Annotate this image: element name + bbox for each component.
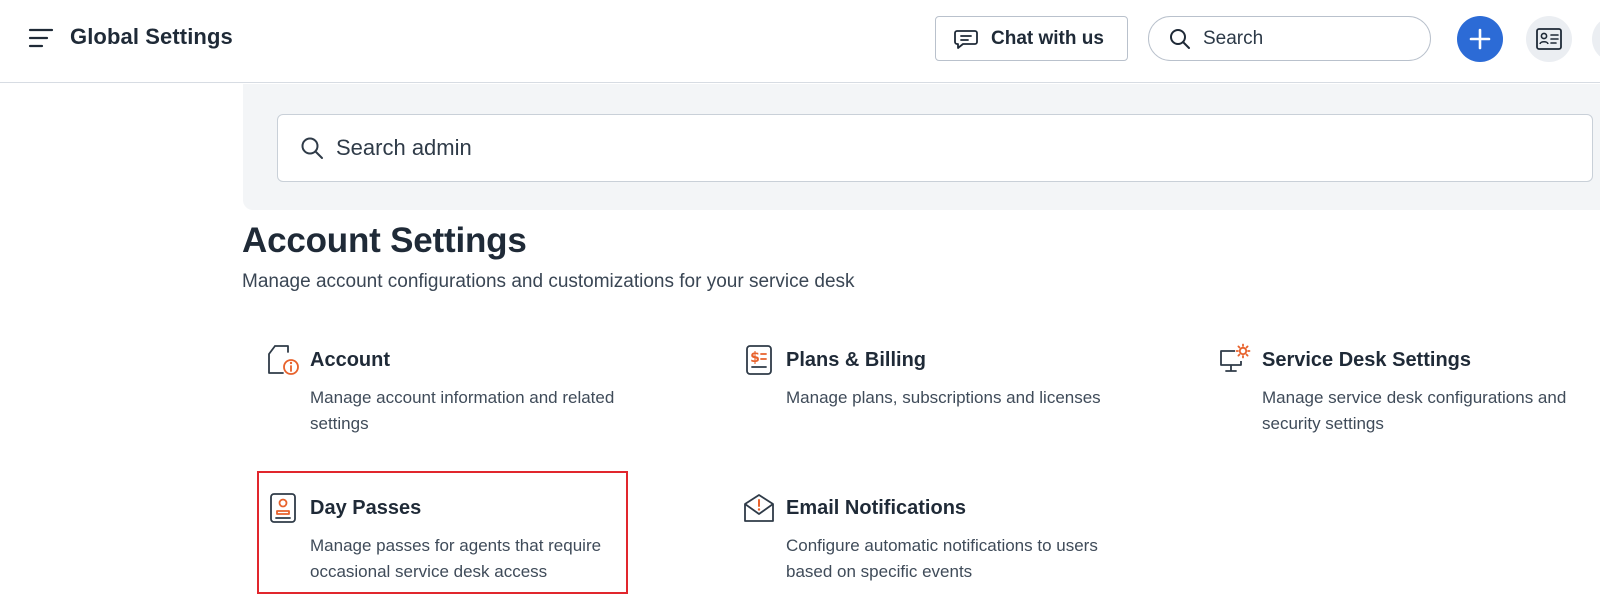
billing-icon: $: [742, 343, 776, 377]
account-info-icon: [266, 343, 300, 377]
desk-settings-icon: [1218, 343, 1252, 377]
card-title: Email Notifications: [786, 497, 967, 519]
contact-card-button[interactable]: [1526, 16, 1572, 62]
section-subtitle: Manage account configurations and custom…: [242, 271, 855, 292]
page-title: Global Settings: [70, 24, 233, 49]
contact-card-icon: [1536, 28, 1562, 50]
search-icon: [300, 135, 326, 161]
chat-button-label: Chat with us: [991, 27, 1104, 49]
card-description: Manage plans, subscriptions and licenses: [786, 388, 1101, 407]
admin-search-placeholder: Search admin: [336, 135, 472, 160]
settings-card-service-desk-settings[interactable]: Service Desk Settings Manage service des…: [1208, 343, 1588, 463]
search-icon: [1169, 27, 1193, 51]
card-description: Configure automatic notifications to use…: [786, 536, 1098, 581]
top-bar: Global Settings Chat with us Search: [0, 0, 1600, 83]
add-new-button[interactable]: [1457, 16, 1503, 62]
card-title: Plans & Billing: [786, 349, 927, 371]
global-search-placeholder: Search: [1203, 27, 1264, 49]
hamburger-menu-icon[interactable]: [28, 27, 54, 49]
card-title: Account: [310, 349, 390, 371]
plus-icon: [1469, 28, 1491, 50]
selection-highlight: [257, 471, 628, 594]
section-title: Account Settings: [242, 221, 527, 260]
admin-search-input[interactable]: Search admin: [277, 114, 1593, 182]
chat-with-us-button[interactable]: Chat with us: [935, 16, 1128, 61]
card-description: Manage service desk configurations and s…: [1262, 388, 1567, 433]
avatar[interactable]: [1592, 16, 1600, 62]
svg-text:$: $: [750, 350, 760, 366]
settings-card-email-notifications[interactable]: Email Notifications Configure automatic …: [732, 491, 1112, 611]
card-description: Manage account information and related s…: [310, 388, 615, 433]
settings-card-plans-billing[interactable]: $ Plans & Billing Manage plans, subscrip…: [732, 343, 1112, 463]
settings-card-account[interactable]: Account Manage account information and r…: [256, 343, 636, 463]
admin-search-panel: Search admin: [243, 84, 1600, 210]
global-search-input[interactable]: Search: [1148, 16, 1431, 61]
card-title: Service Desk Settings: [1262, 349, 1471, 371]
chat-bubble-icon: [953, 27, 981, 51]
email-notification-icon: [742, 491, 776, 525]
